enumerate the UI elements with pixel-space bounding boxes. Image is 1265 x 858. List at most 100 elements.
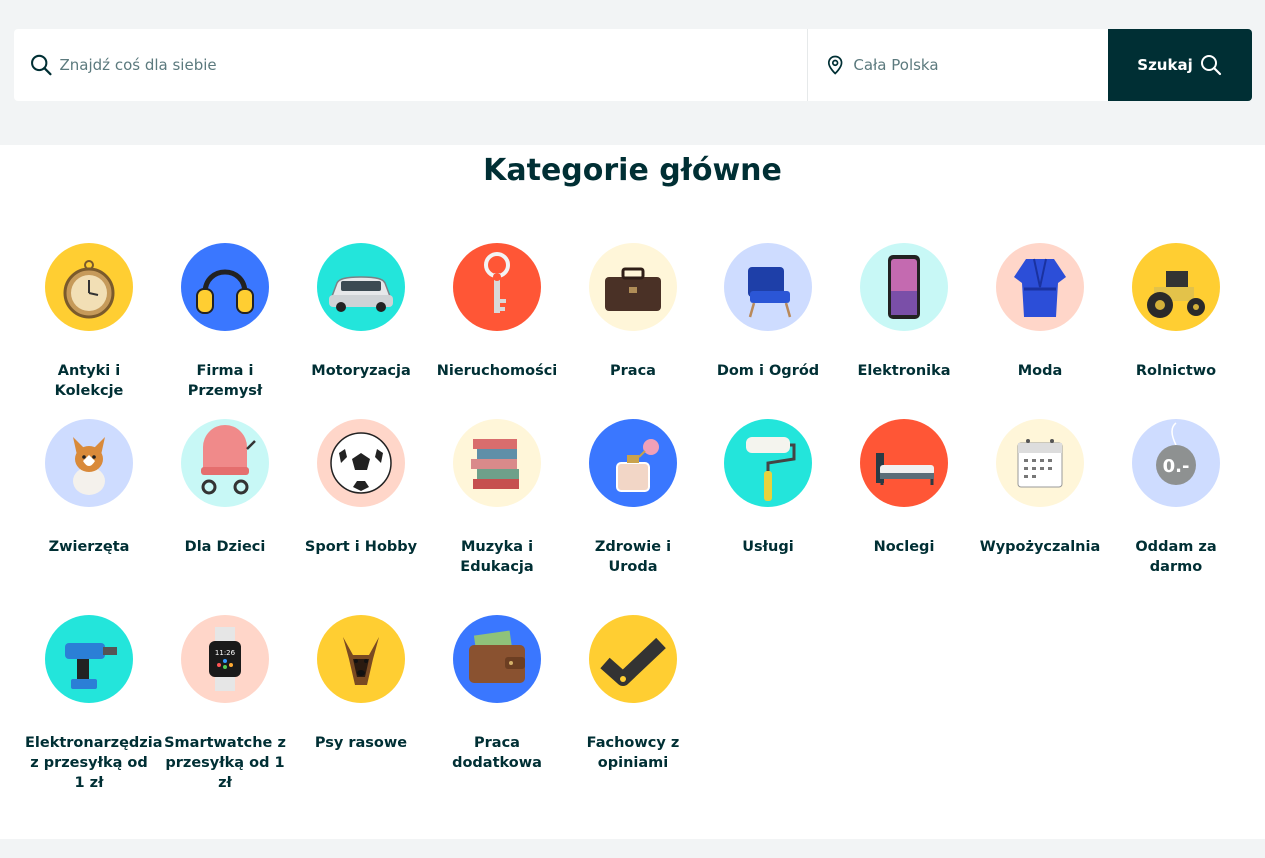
- category-label: Usługi: [742, 539, 794, 555]
- tractor-icon: [1147, 271, 1205, 318]
- search-bar: Szukaj: [14, 29, 1252, 101]
- category-item[interactable]: Praca: [569, 243, 697, 381]
- category-label: Rolnictwo: [1135, 363, 1217, 379]
- category-label: Muzyka i Edukacja: [460, 539, 534, 575]
- category-item[interactable]: Elektronarzędzia z przesyłką od 1 zł: [25, 615, 163, 793]
- category-circle: [589, 615, 677, 703]
- category-label: Zwierzęta: [48, 539, 130, 555]
- category-circle: [724, 243, 812, 331]
- search-input[interactable]: [59, 56, 807, 74]
- category-circle: [860, 243, 948, 331]
- category-label: Dla Dzieci: [184, 539, 266, 555]
- category-label: Praca dodatkowa: [452, 735, 542, 771]
- german-shepherd-icon: [343, 637, 379, 685]
- category-item[interactable]: Dom i Ogród: [704, 243, 832, 381]
- category-label: Antyki i Kolekcje: [54, 363, 124, 399]
- category-item[interactable]: Muzyka i Edukacja: [433, 419, 561, 577]
- search-field-container[interactable]: [14, 29, 808, 101]
- football-icon: [330, 432, 392, 494]
- smartwatch-icon: 11:26: [209, 627, 241, 691]
- category-circle: [860, 419, 948, 507]
- category-label: Elektronarzędzia z przesyłką od 1 zł: [25, 735, 163, 791]
- category-item[interactable]: Moda: [976, 243, 1104, 381]
- price-tag-icon: 0.-: [1156, 422, 1196, 485]
- categories-section: Kategorie główne Antyki i Kolekcje Firma…: [0, 145, 1265, 839]
- corgi-icon: [73, 437, 105, 495]
- category-item[interactable]: Firma i Przemysł: [161, 243, 289, 401]
- location-field-container[interactable]: [808, 29, 1108, 101]
- category-circle: [589, 243, 677, 331]
- category-label: Zdrowie i Uroda: [594, 539, 672, 575]
- page-title: Kategorie główne: [483, 153, 782, 188]
- category-item[interactable]: Antyki i Kolekcje: [25, 243, 153, 401]
- category-circle: [181, 243, 269, 331]
- category-label: Dom i Ogród: [716, 363, 820, 379]
- category-label: Nieruchomości: [436, 363, 558, 379]
- ear-muffs-icon: [196, 269, 254, 314]
- briefcase-icon: [605, 267, 661, 311]
- category-circle: [317, 615, 405, 703]
- category-circle: [453, 419, 541, 507]
- category-circle: [45, 615, 133, 703]
- category-label: Noclegi: [873, 539, 935, 555]
- category-item[interactable]: Praca dodatkowa: [433, 615, 561, 773]
- bed-icon: [876, 453, 934, 485]
- category-circle: 0.-: [1132, 419, 1220, 507]
- car-icon: [329, 276, 393, 312]
- category-item[interactable]: Nieruchomości: [433, 243, 561, 381]
- category-circle: [453, 243, 541, 331]
- calendar-icon: [1017, 439, 1063, 488]
- category-item[interactable]: Zwierzęta: [25, 419, 153, 557]
- search-button[interactable]: Szukaj: [1108, 29, 1252, 101]
- category-label: Firma i Przemysł: [187, 363, 263, 399]
- category-circle: [1132, 243, 1220, 331]
- robe-icon: [1014, 258, 1066, 317]
- category-label: Fachowcy z opiniami: [586, 735, 680, 771]
- category-label: Elektronika: [857, 363, 951, 379]
- category-circle: [45, 419, 133, 507]
- category-item[interactable]: Usługi: [704, 419, 832, 557]
- category-circle: [181, 419, 269, 507]
- smartphone-icon: [888, 255, 920, 319]
- category-item[interactable]: 11:26 Smartwatche z przesyłką od 1 zł: [161, 615, 289, 793]
- location-pin-icon: [827, 55, 843, 75]
- category-item[interactable]: Fachowcy z opiniami: [569, 615, 697, 773]
- category-circle: 11:26: [181, 615, 269, 703]
- price-tag-text: 0.-: [1163, 456, 1190, 477]
- category-label: Wypożyczalnia: [979, 539, 1101, 555]
- category-item[interactable]: Motoryzacja: [297, 243, 425, 381]
- category-circle: [996, 419, 1084, 507]
- category-label: Sport i Hobby: [304, 539, 418, 555]
- search-icon: [31, 54, 52, 76]
- category-circle: [317, 243, 405, 331]
- category-label: Motoryzacja: [311, 363, 411, 379]
- category-circle: [724, 419, 812, 507]
- pocket-watch-icon: [63, 260, 115, 319]
- category-item[interactable]: Wypożyczalnia: [976, 419, 1104, 557]
- category-item[interactable]: Noclegi: [840, 419, 968, 557]
- category-item[interactable]: Sport i Hobby: [297, 419, 425, 557]
- category-label: Psy rasowe: [314, 735, 408, 751]
- category-item[interactable]: Dla Dzieci: [161, 419, 289, 557]
- category-item[interactable]: Zdrowie i Uroda: [569, 419, 697, 577]
- category-item[interactable]: Psy rasowe: [297, 615, 425, 753]
- watch-time: 11:26: [215, 649, 236, 657]
- category-circle: [45, 243, 133, 331]
- perfume-icon: [616, 439, 659, 492]
- category-circle: [317, 419, 405, 507]
- category-item[interactable]: Elektronika: [840, 243, 968, 381]
- stroller-icon: [201, 425, 256, 495]
- location-input[interactable]: [853, 56, 1108, 74]
- wallet-icon: [469, 630, 525, 683]
- category-circle: [453, 615, 541, 703]
- category-label: Smartwatche z przesyłką od 1 zł: [164, 735, 286, 791]
- search-button-label: Szukaj: [1137, 56, 1193, 74]
- category-label: Oddam za darmo: [1135, 539, 1217, 575]
- category-item[interactable]: 0.- Oddam za darmo: [1112, 419, 1240, 577]
- paint-roller-icon: [746, 437, 796, 501]
- key-icon: [484, 252, 510, 313]
- category-item[interactable]: Rolnictwo: [1112, 243, 1240, 381]
- search-button-icon: [1200, 55, 1221, 76]
- category-circle: [996, 243, 1084, 331]
- category-circle: [589, 419, 677, 507]
